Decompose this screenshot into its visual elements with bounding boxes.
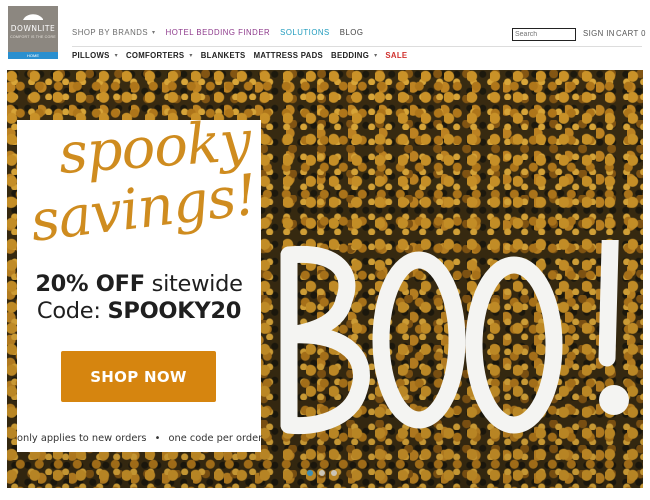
nav-blankets[interactable]: BLANKETS bbox=[201, 51, 246, 60]
fine-print-separator: • bbox=[154, 433, 161, 444]
brand-name: DOWNLITE bbox=[10, 24, 56, 33]
code-label: Code: bbox=[36, 298, 101, 324]
offer-scope: sitewide bbox=[151, 271, 243, 297]
top-navigation: SHOP BY BRANDS ▾ HOTEL BEDDING FINDER SO… bbox=[72, 28, 373, 37]
promo-offer: 20% OFF sitewide bbox=[17, 271, 261, 297]
chevron-down-icon: ▾ bbox=[152, 30, 156, 36]
category-navigation: PILLOWS ▾ COMFORTERS ▾ BLANKETS MATTRESS… bbox=[72, 51, 415, 60]
nav-label: BEDDING bbox=[331, 51, 370, 60]
nav-label: BLANKETS bbox=[200, 51, 246, 60]
promo-code: Code: SPOOKY20 bbox=[17, 298, 261, 324]
nav-label: HOTEL BEDDING FINDER bbox=[165, 28, 271, 37]
nav-sale[interactable]: SALE bbox=[385, 51, 407, 60]
brand-tagline: COMFORT IS THE CORE bbox=[10, 35, 56, 39]
promo-fine-print: only applies to new orders • one code pe… bbox=[17, 433, 263, 444]
nav-label: PILLOWS bbox=[72, 51, 110, 60]
carousel-indicators bbox=[307, 470, 337, 476]
carousel-dot[interactable] bbox=[331, 470, 337, 476]
home-badge[interactable]: HOME bbox=[8, 52, 58, 59]
sign-in-link[interactable]: SIGN IN bbox=[583, 29, 615, 38]
carousel-dot[interactable] bbox=[307, 470, 313, 476]
chevron-down-icon: ▾ bbox=[189, 53, 193, 59]
search-input[interactable] bbox=[512, 28, 576, 41]
nav-bedding[interactable]: BEDDING ▾ bbox=[331, 51, 377, 60]
nav-label: COMFORTERS bbox=[125, 51, 185, 60]
chevron-down-icon: ▾ bbox=[114, 53, 118, 59]
carousel-dot[interactable] bbox=[319, 470, 325, 476]
nav-mattress-pads[interactable]: MATTRESS PADS bbox=[254, 51, 323, 60]
fine-print-one-code: one code per order bbox=[168, 433, 263, 444]
hedgehog-logo-icon bbox=[23, 14, 43, 20]
offer-amount: 20% OFF bbox=[35, 271, 145, 297]
cart-link[interactable]: CART 0 bbox=[616, 29, 646, 38]
nav-label: MATTRESS PADS bbox=[253, 51, 324, 60]
shop-now-button[interactable]: SHOP NOW bbox=[61, 351, 216, 402]
boo-pillow-letters-icon bbox=[280, 240, 629, 435]
nav-divider bbox=[72, 46, 642, 47]
nav-label: SALE bbox=[385, 51, 408, 60]
code-value: SPOOKY20 bbox=[107, 298, 242, 324]
nav-solutions[interactable]: SOLUTIONS bbox=[280, 28, 330, 37]
promo-card: spooky savings! 20% OFF sitewide Code: S… bbox=[17, 109, 263, 452]
nav-label: BLOG bbox=[339, 28, 364, 37]
nav-blog[interactable]: BLOG bbox=[340, 28, 364, 37]
chevron-down-icon: ▾ bbox=[374, 53, 378, 59]
nav-hotel-bedding-finder[interactable]: HOTEL BEDDING FINDER bbox=[166, 28, 271, 37]
nav-label: SHOP BY BRANDS bbox=[72, 28, 149, 37]
nav-pillows[interactable]: PILLOWS ▾ bbox=[72, 51, 118, 60]
nav-label: SOLUTIONS bbox=[280, 28, 330, 37]
fine-print-new-orders: only applies to new orders bbox=[17, 433, 147, 444]
nav-shop-by-brands[interactable]: SHOP BY BRANDS ▾ bbox=[72, 28, 156, 37]
nav-comforters[interactable]: COMFORTERS ▾ bbox=[126, 51, 193, 60]
